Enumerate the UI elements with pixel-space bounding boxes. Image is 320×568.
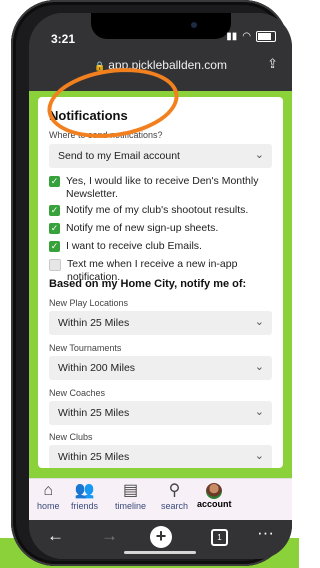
phone-frame: 3:21 ▮▮ ◠ 🔒 app.pickleballden.com ⇪ Notif… [11, 0, 292, 566]
app-bottom-nav: ⌂ home 👥 friends ▤ timeline ⚲ search acc… [29, 478, 292, 521]
nav-friends-label: friends [71, 501, 99, 511]
avatar [206, 483, 223, 499]
home-icon: ⌂ [43, 482, 54, 499]
friends-icon: 👥 [74, 482, 95, 499]
chevron-down-icon: ⌄ [254, 361, 264, 373]
nav-account[interactable]: account [197, 481, 232, 509]
chevron-down-icon: ⌄ [254, 149, 264, 161]
shootout-option[interactable]: ✓ Notify me of my club's shootout result… [49, 204, 272, 217]
nav-account-label: account [197, 499, 232, 509]
checkbox-checked[interactable]: ✓ [49, 241, 60, 252]
status-time: 3:21 [51, 32, 76, 46]
more-menu-icon[interactable]: ··· [257, 523, 274, 543]
camera-icon [191, 22, 197, 28]
tournaments-select[interactable]: Within 200 Miles ⌄ [49, 356, 272, 380]
status-bar: 3:21 ▮▮ ◠ [29, 13, 292, 47]
option-label: Notify me of new sign-up sheets. [66, 222, 219, 234]
tab-switcher-button[interactable]: 1 [211, 529, 228, 546]
phone-screen: 3:21 ▮▮ ◠ 🔒 app.pickleballden.com ⇪ Notif… [29, 13, 292, 559]
back-arrow-icon[interactable]: ← [47, 526, 64, 546]
nav-friends[interactable]: 👥 friends [71, 481, 98, 511]
option-label: Notify me of my club's shootout results. [66, 204, 249, 216]
play-locations-label: New Play Locations [49, 298, 129, 308]
nav-timeline[interactable]: ▤ timeline [115, 481, 146, 511]
home-indicator [124, 551, 196, 554]
signal-icon: ▮▮ [226, 31, 238, 42]
browser-toolbar: ← → + 1 ··· [29, 520, 292, 559]
select-value: Within 200 Miles [58, 362, 136, 374]
club-emails-option[interactable]: ✓ I want to receive club Emails. [49, 240, 272, 253]
chevron-down-icon: ⌄ [254, 450, 264, 462]
select-value: Within 25 Miles [58, 451, 130, 463]
notifications-card: Notifications Where to send notification… [38, 97, 283, 468]
nav-home-label: home [37, 501, 60, 511]
status-icons: ▮▮ ◠ [226, 31, 276, 42]
clubs-select[interactable]: Within 25 Miles ⌄ [49, 445, 272, 468]
checkbox-checked[interactable]: ✓ [49, 223, 60, 234]
checkbox-checked[interactable]: ✓ [49, 205, 60, 216]
forward-arrow-icon[interactable]: → [101, 526, 118, 546]
search-icon: ⚲ [168, 482, 181, 499]
battery-icon [256, 31, 276, 42]
tournaments-label: New Tournaments [49, 343, 122, 353]
checkbox-checked[interactable]: ✓ [49, 176, 60, 187]
clubs-label: New Clubs [49, 432, 93, 442]
nav-timeline-label: timeline [115, 501, 147, 511]
web-content: Notifications Where to send notification… [29, 91, 292, 478]
select-value: Within 25 Miles [58, 407, 130, 419]
new-tab-plus-icon[interactable]: + [150, 526, 172, 548]
coaches-select[interactable]: Within 25 Miles ⌄ [49, 401, 272, 425]
signup-sheets-option[interactable]: ✓ Notify me of new sign-up sheets. [49, 222, 272, 235]
wifi-icon: ◠ [242, 31, 251, 42]
send-to-select[interactable]: Send to my Email account ⌄ [49, 144, 272, 168]
nav-search[interactable]: ⚲ search [161, 481, 188, 511]
share-icon[interactable]: ⇪ [267, 56, 278, 72]
coaches-label: New Coaches [49, 388, 106, 398]
timeline-icon: ▤ [122, 482, 139, 499]
notch [91, 13, 231, 39]
nav-search-label: search [161, 501, 189, 511]
option-label: Yes, I would like to receive Den's Month… [66, 175, 259, 200]
chevron-down-icon: ⌄ [254, 316, 264, 328]
checkbox-unchecked[interactable]: ✓ [49, 259, 61, 271]
play-locations-select[interactable]: Within 25 Miles ⌄ [49, 311, 272, 335]
chevron-down-icon: ⌄ [254, 406, 264, 418]
send-to-value: Send to my Email account [58, 150, 180, 162]
newsletter-option[interactable]: ✓ Yes, I would like to receive Den's Mon… [49, 175, 272, 201]
home-city-heading: Based on my Home City, notify me of: [49, 278, 247, 290]
select-value: Within 25 Miles [58, 317, 130, 329]
nav-home[interactable]: ⌂ home [37, 481, 60, 511]
option-label: I want to receive club Emails. [66, 240, 202, 252]
